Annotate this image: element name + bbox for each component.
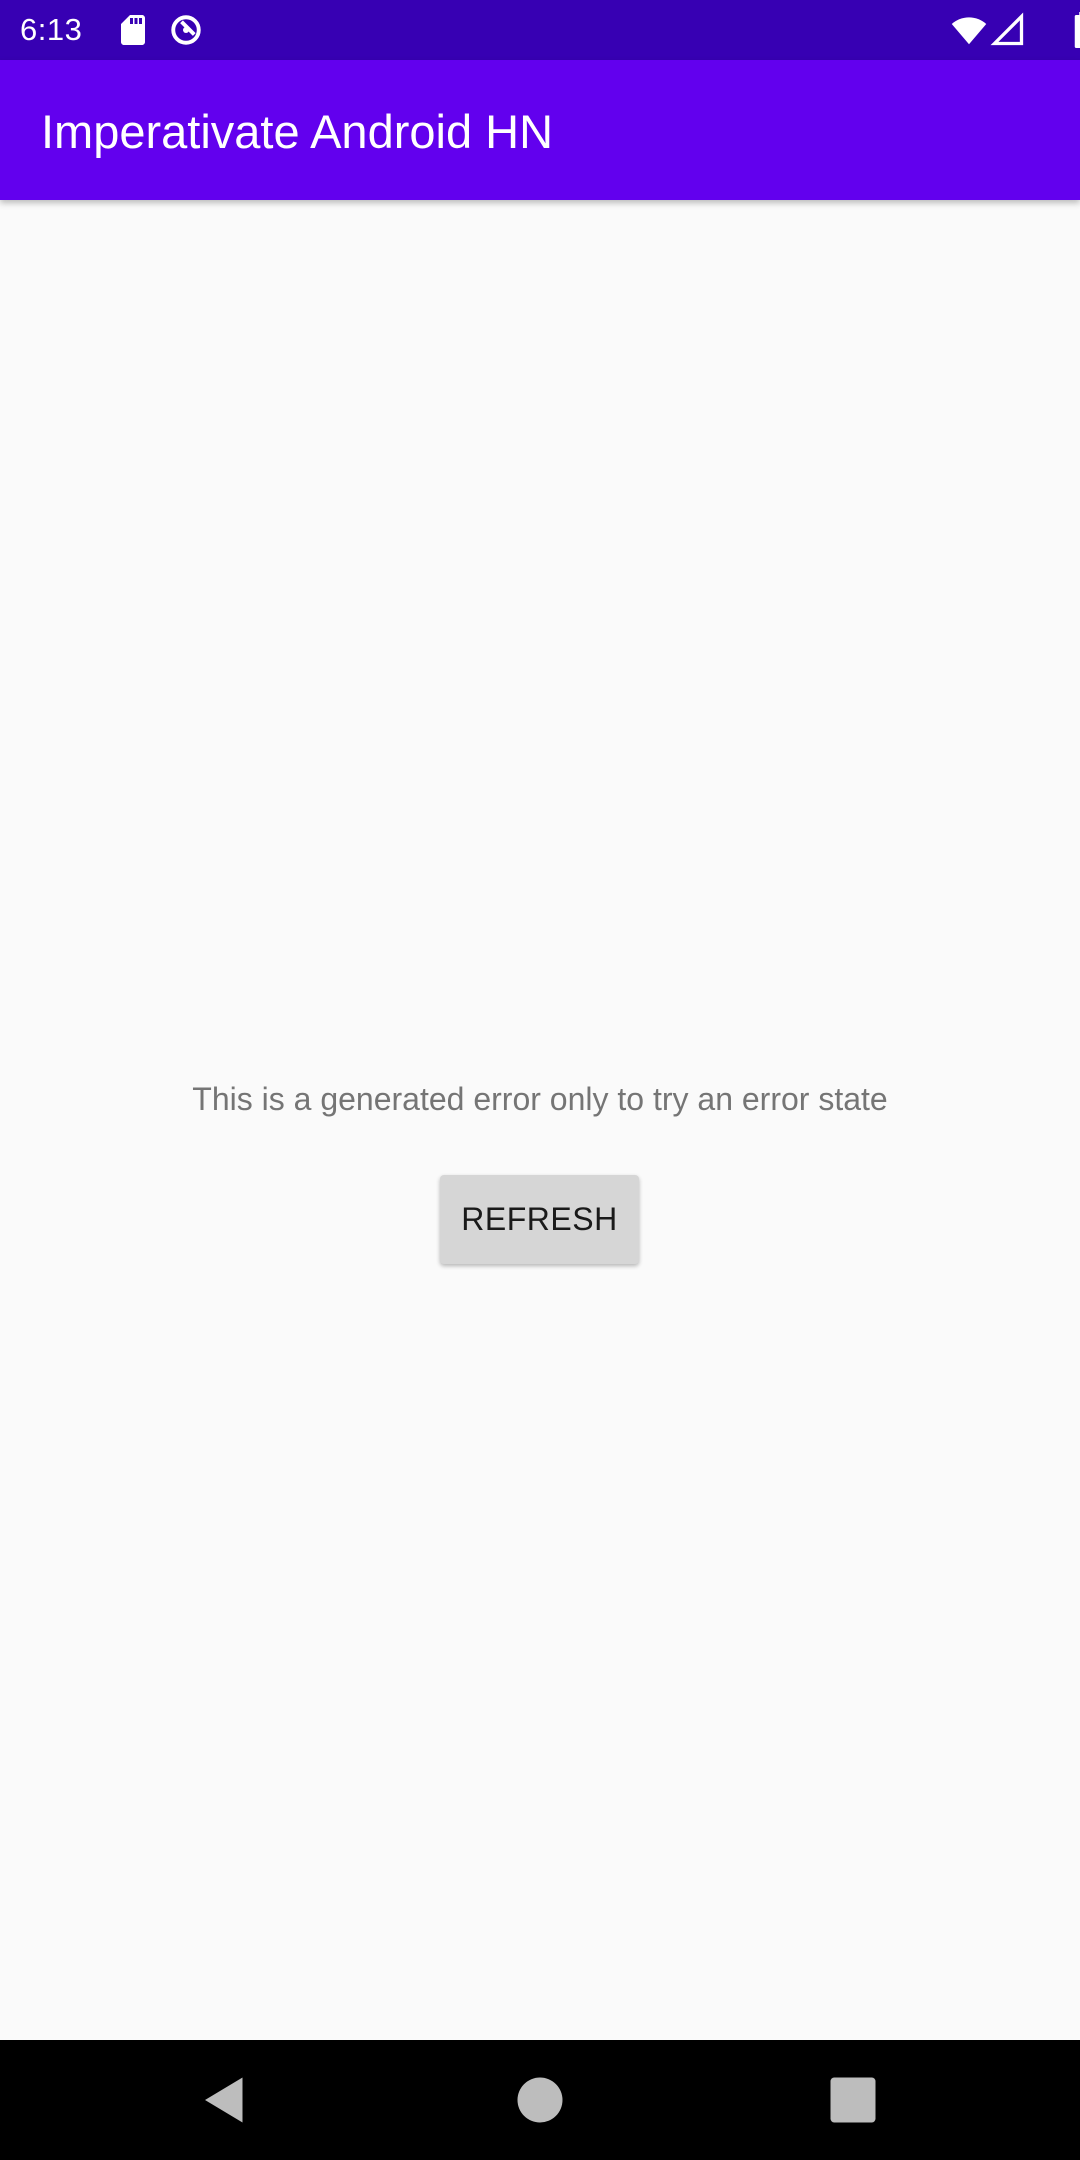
sd-card-icon bbox=[121, 15, 145, 45]
home-icon[interactable] bbox=[510, 2070, 570, 2130]
battery-icon bbox=[1074, 12, 1080, 48]
back-icon[interactable] bbox=[195, 2070, 255, 2130]
app-title: Imperativate Android HN bbox=[41, 105, 554, 158]
app-bar: Imperativate Android HN bbox=[0, 60, 1080, 200]
navigation-bar bbox=[0, 2040, 1080, 2160]
data-saver-icon bbox=[171, 15, 201, 45]
refresh-button[interactable]: REFRESH bbox=[440, 1175, 639, 1264]
recents-icon[interactable] bbox=[823, 2070, 883, 2130]
status-time: 6:13 bbox=[20, 12, 83, 47]
error-message: This is a generated error only to try an… bbox=[192, 1081, 888, 1117]
status-bar: 6:13 bbox=[0, 0, 1080, 60]
cell-signal-icon bbox=[990, 12, 1024, 46]
content-area: This is a generated error only to try an… bbox=[0, 200, 1080, 2040]
wifi-icon bbox=[951, 17, 987, 45]
